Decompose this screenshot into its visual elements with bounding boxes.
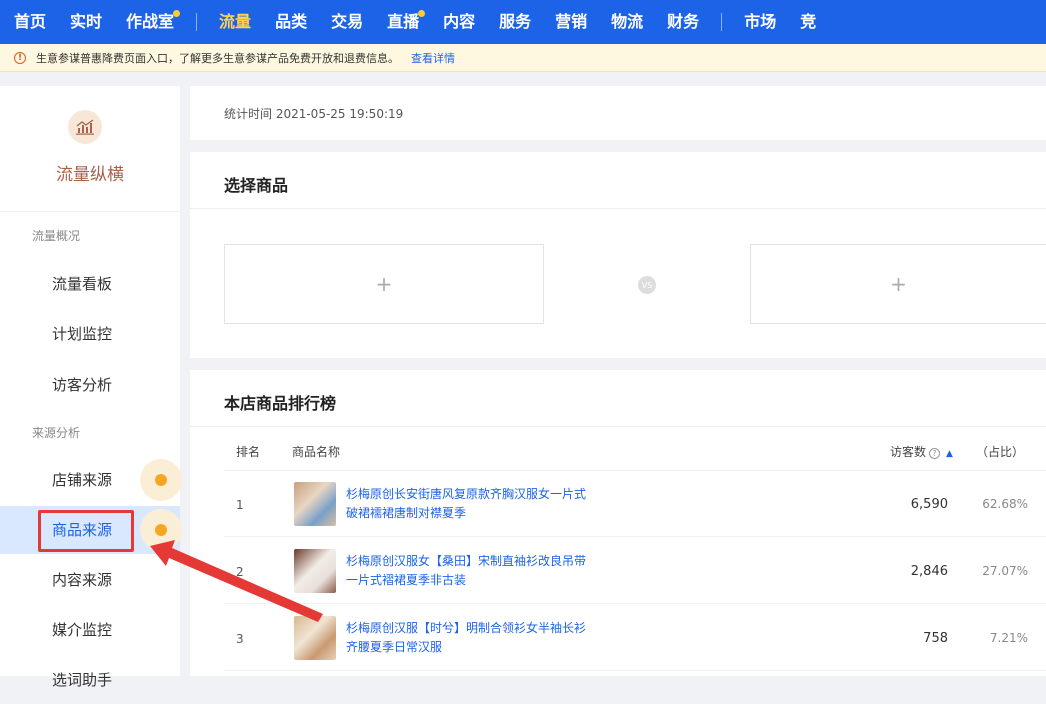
product-thumbnail[interactable] xyxy=(294,482,336,526)
nav-notification-dot xyxy=(418,10,426,17)
sidebar-item-content-source[interactable]: 内容来源 xyxy=(0,556,180,604)
help-icon[interactable]: ? xyxy=(929,448,941,459)
nav-separator xyxy=(196,13,198,31)
nav-item-marketing[interactable]: 营销 xyxy=(543,0,599,44)
nav-item-home[interactable]: 首页 xyxy=(0,0,58,44)
column-header-name: 商品名称 xyxy=(292,445,341,459)
column-header-rank: 排名 xyxy=(236,445,261,459)
row-ratio: 7.21% xyxy=(989,631,1028,645)
nav-item-market[interactable]: 市场 xyxy=(732,0,788,44)
nav-item-traffic[interactable]: 流量 xyxy=(207,0,263,44)
sidebar: 流量纵横 流量概况 流量看板 计划监控 访客分析 来源分析 店铺来源 商品来源 … xyxy=(0,86,182,689)
row-rank: 1 xyxy=(236,498,244,512)
row-visitors: 758 xyxy=(923,631,948,646)
table-row[interactable]: 2 杉梅原创汉服女【桑田】宋制直袖衫改良吊带一片式褶裙夏季非古装 2,846 2… xyxy=(224,538,1046,604)
notice-text: 生意参谋普惠降费页面入口，了解更多生意参谋产品免费开放和退费信息。 xyxy=(36,51,399,65)
notice-bar: ! 生意参谋普惠降费页面入口，了解更多生意参谋产品免费开放和退费信息。 查看详情 xyxy=(0,44,1046,72)
nav-item-service[interactable]: 服务 xyxy=(487,0,543,44)
stats-time-card: 统计时间 2021-05-25 19:50:19 xyxy=(190,86,1046,140)
sidebar-item-plan-monitor[interactable]: 计划监控 xyxy=(0,310,180,358)
nav-item-competition[interactable]: 竞 xyxy=(788,0,828,44)
nav-item-category[interactable]: 品类 xyxy=(263,0,319,44)
sidebar-item-traffic-dashboard[interactable]: 流量看板 xyxy=(0,260,180,308)
plus-icon: + xyxy=(375,272,393,296)
highlight-box xyxy=(38,510,134,552)
row-rank: 3 xyxy=(236,632,244,646)
nav-item-trade[interactable]: 交易 xyxy=(319,0,375,44)
notice-details-link[interactable]: 查看详情 xyxy=(411,50,455,66)
row-visitors: 6,590 xyxy=(910,497,948,512)
product-name-link[interactable]: 杉梅原创汉服【时兮】明制合领衫女半袖长衫齐腰夏季日常汉服 xyxy=(346,619,586,657)
product-thumbnail[interactable] xyxy=(294,549,336,593)
select-product-title: 选择商品 xyxy=(224,176,289,195)
vs-icon: VS xyxy=(638,276,656,294)
card-divider xyxy=(190,426,1046,427)
add-product-button-left[interactable]: + xyxy=(224,244,544,324)
ranking-title: 本店商品排行榜 xyxy=(224,394,337,413)
sidebar-group-traffic-overview: 流量概况 xyxy=(32,229,81,243)
product-name-link[interactable]: 杉梅原创长安街唐风复原款齐胸汉服女一片式破裙襦裙唐制对襟夏季 xyxy=(346,485,586,523)
row-ratio: 62.68% xyxy=(982,497,1028,511)
shop-source-badge xyxy=(140,459,182,501)
sidebar-item-media-monitor[interactable]: 媒介监控 xyxy=(0,606,180,654)
nav-notification-dot xyxy=(173,10,181,17)
nav-item-label: 直播 xyxy=(387,12,420,31)
add-product-button-right[interactable]: + xyxy=(750,244,1046,324)
badge-dot xyxy=(155,524,167,536)
row-ratio: 27.07% xyxy=(982,564,1028,578)
column-header-visitors-label: 访客数 xyxy=(890,445,927,459)
stats-time: 统计时间 2021-05-25 19:50:19 xyxy=(224,107,404,121)
plus-icon: + xyxy=(890,272,907,296)
sidebar-item-keyword-assistant[interactable]: 选词助手 xyxy=(0,656,180,704)
warning-circle-icon: ! xyxy=(14,51,26,64)
row-rank: 2 xyxy=(236,565,244,579)
card-divider xyxy=(190,208,1046,209)
nav-separator xyxy=(721,13,723,31)
sidebar-title: 流量纵横 xyxy=(56,165,124,185)
sidebar-item-visitor-analysis[interactable]: 访客分析 xyxy=(0,361,180,409)
nav-item-logistics[interactable]: 物流 xyxy=(599,0,655,44)
nav-item-war-room[interactable]: 作战室 xyxy=(114,0,186,44)
product-name-link[interactable]: 杉梅原创汉服女【桑田】宋制直袖衫改良吊带一片式褶裙夏季非古装 xyxy=(346,552,586,590)
row-visitors: 2,846 xyxy=(910,564,948,579)
top-navigation: 首页 实时 作战室 流量 品类 交易 直播 内容 服务 营销 物流 财务 市场 … xyxy=(0,0,1046,44)
table-row[interactable]: 3 杉梅原创汉服【时兮】明制合领衫女半袖长衫齐腰夏季日常汉服 758 7.21% xyxy=(224,605,1046,671)
nav-item-realtime[interactable]: 实时 xyxy=(58,0,114,44)
sort-icon[interactable]: ▲ xyxy=(946,449,953,459)
chart-icon xyxy=(68,110,102,144)
table-row[interactable]: 1 杉梅原创长安街唐风复原款齐胸汉服女一片式破裙襦裙唐制对襟夏季 6,590 6… xyxy=(224,471,1046,537)
nav-item-content[interactable]: 内容 xyxy=(431,0,487,44)
nav-item-finance[interactable]: 财务 xyxy=(655,0,711,44)
nav-item-label: 作战室 xyxy=(126,12,175,31)
column-header-visitors[interactable]: 访客数? ▲ xyxy=(890,443,953,460)
product-ranking-card: 本店商品排行榜 排名 商品名称 访客数? ▲ （占比） 1 杉梅原创长安街唐风复原… xyxy=(190,370,1046,676)
column-header-ratio: （占比） xyxy=(976,445,1025,459)
nav-item-live[interactable]: 直播 xyxy=(375,0,431,44)
product-thumbnail[interactable] xyxy=(294,616,336,660)
sidebar-group-source-analysis: 来源分析 xyxy=(32,426,81,440)
badge-dot xyxy=(155,474,167,486)
select-product-card: 选择商品 + VS + xyxy=(190,152,1046,358)
product-source-badge xyxy=(140,509,182,551)
sidebar-divider xyxy=(0,211,180,212)
